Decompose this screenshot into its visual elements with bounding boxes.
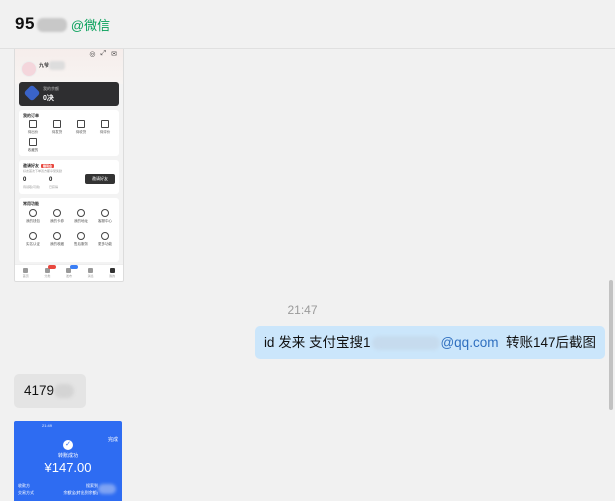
invite-stat: 0	[23, 177, 27, 183]
balance-value: 0决	[43, 95, 54, 102]
sent-message-bubble[interactable]: id 发来 支付宝搜1 @qq.com 转账147后截图	[254, 326, 605, 359]
orders-title: 我的订单	[23, 113, 39, 118]
redacted-number	[54, 384, 75, 399]
tab-category: 分类	[40, 268, 54, 278]
message-timestamp: 21:47	[287, 303, 318, 317]
scrollbar[interactable]	[605, 49, 615, 501]
badge	[70, 265, 78, 269]
message-icon: ✉	[111, 51, 117, 58]
invite-subtitle: 好友首次下单双方都享受奖励	[23, 169, 63, 173]
service-item: 我的钱包	[23, 209, 43, 224]
payee-label: 收款方	[18, 483, 30, 488]
tab-publish: 发布	[62, 268, 76, 278]
email-link[interactable]: @qq.com	[440, 335, 498, 350]
image-message-profile-screenshot[interactable]: ◎ ⤢ ✉ 九爷 我的余额 0决 我的订单 待出价 待发货 待收货 待评价 收藏…	[14, 49, 124, 282]
image-message-transfer-screenshot[interactable]: 21:49 完成 ✓ 转账成功 ¥147.00 收款方 搜索到 交易方式 余额宝…	[14, 421, 122, 501]
status-time: 21:49	[42, 423, 53, 428]
expand-icon: ⤢	[100, 50, 107, 57]
redacted-id	[49, 61, 65, 70]
service-item: 我的卡券	[47, 209, 67, 224]
tab-messages: 消息	[84, 268, 98, 278]
message-icon	[88, 268, 94, 273]
transfer-amount: ¥147.00	[44, 460, 92, 475]
balance-label: 我的余额	[43, 86, 59, 91]
chat-header: 95 @微信	[0, 0, 615, 49]
redacted-name	[36, 17, 67, 32]
payment-method-label: 交易方式	[18, 490, 34, 495]
bottom-tab-bar: 首页 分类 发布 消息 我的	[15, 264, 123, 281]
wechat-source-tag: @微信	[70, 17, 111, 33]
payment-method-value: 余额宝(转出到余额)	[63, 490, 98, 495]
received-message-text: 4179	[24, 383, 55, 398]
balance-card: 我的余额 0决	[19, 82, 119, 106]
badge	[48, 265, 56, 269]
sent-message-text-suffix: 转账147后截图	[505, 335, 596, 350]
invite-tag: 赚现金	[41, 164, 55, 168]
order-icon	[29, 120, 37, 128]
redacted-value	[98, 484, 116, 494]
service-item: 客服中心	[95, 209, 115, 224]
tab-home: 首页	[19, 268, 33, 278]
service-item: 实名认证	[23, 232, 43, 247]
contact-name: 95	[15, 14, 35, 33]
received-message-bubble[interactable]: 4179	[14, 374, 87, 408]
service-item: 售后服务	[71, 232, 91, 247]
home-icon	[23, 268, 29, 273]
order-item: 待出价	[23, 120, 43, 135]
order-item: 待收货	[71, 120, 91, 135]
orders-card: 我的订单 待出价 待发货 待收货 待评价 收藏的	[19, 110, 119, 156]
chat-title[interactable]: 95	[15, 14, 67, 34]
cart-icon	[29, 138, 37, 146]
services-card: 常用功能 我的钱包 我的卡券 我的地址 客服中心 实名认证 我的收藏 售后服务 …	[19, 198, 119, 262]
invite-card: 邀请好友 赚现金 好友首次下单双方都享受奖励 0 待领取(可用) 0 已获得 邀请…	[19, 160, 119, 194]
order-icon	[53, 120, 61, 128]
service-item: 更多功能	[95, 232, 115, 247]
order-item: 待评价	[95, 120, 115, 135]
order-item: 待发货	[47, 120, 67, 135]
order-icon	[77, 120, 85, 128]
invite-stat: 0	[49, 177, 53, 183]
redacted-email	[372, 336, 441, 351]
message-list[interactable]: ◎ ⤢ ✉ 九爷 我的余额 0决 我的订单 待出价 待发货 待收货 待评价 收藏…	[0, 49, 605, 501]
order-icon	[101, 120, 109, 128]
payee-value: 搜索到	[86, 483, 98, 488]
invite-button: 邀请好友	[85, 174, 115, 184]
invite-stat-label: 待领取(可用)	[23, 185, 40, 189]
services-title: 常用功能	[23, 201, 39, 206]
service-item: 我的地址	[71, 209, 91, 224]
header-icons: ◎ ⤢ ✉	[89, 50, 117, 58]
transfer-success-label: 转账成功	[57, 453, 78, 459]
username: 九爷	[39, 63, 50, 69]
invite-stat-label: 已获得	[49, 185, 59, 189]
user-icon	[109, 268, 115, 273]
tab-me: 我的	[105, 268, 119, 278]
check-icon: ✓	[63, 440, 73, 450]
avatar	[21, 61, 37, 77]
sent-message-text: id 发来 支付宝搜1	[263, 335, 371, 350]
balance-icon	[23, 84, 41, 102]
scan-icon: ◎	[89, 51, 96, 58]
order-item: 收藏的	[23, 138, 43, 153]
scrollbar-thumb[interactable]	[609, 280, 613, 410]
done-button: 完成	[107, 437, 118, 443]
service-item: 我的收藏	[47, 232, 67, 247]
